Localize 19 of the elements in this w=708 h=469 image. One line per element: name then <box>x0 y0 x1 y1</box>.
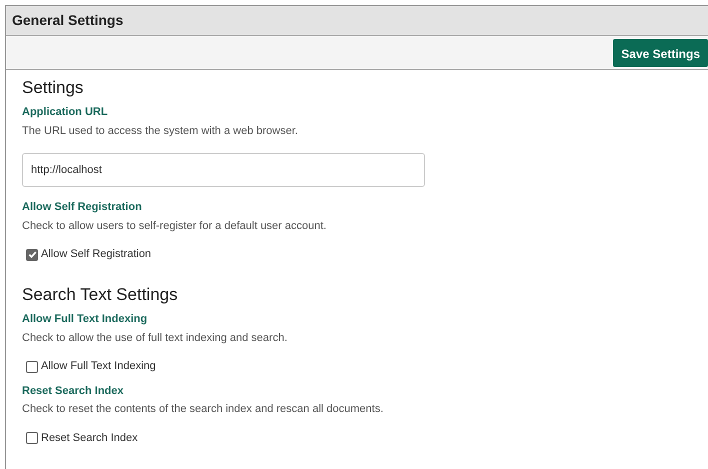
field-description: Check to allow users to self-register for a default user account. <box>22 218 328 234</box>
field-label: Application URL <box>22 105 109 120</box>
section-heading: Search Text Settings <box>22 284 179 306</box>
checkbox[interactable] <box>26 248 38 261</box>
field-description: Check to allow the use of full text indexing and search. <box>22 330 288 346</box>
field-description: The URL used to access the system with a web browser. <box>22 124 299 139</box>
url-input[interactable]: http://localhost <box>22 153 425 188</box>
checkbox-label[interactable]: Allow Self Registration <box>41 246 152 263</box>
panel-title: General Settings <box>12 11 124 30</box>
field-description: Check to reset the contents of the search index and rescan all documents. <box>22 402 384 418</box>
checkbox[interactable] <box>26 432 38 444</box>
field-label: Reset Search Index <box>22 384 124 399</box>
checkbox[interactable] <box>26 360 38 373</box>
section-heading: Settings <box>22 78 84 98</box>
save-button[interactable]: Save Settings <box>613 38 708 66</box>
checkbox-label[interactable]: Reset Search Index <box>41 430 138 446</box>
field-label: Allow Full Text Indexing <box>22 312 148 328</box>
field-label: Allow Self Registration <box>22 200 143 216</box>
checkbox-label[interactable]: Allow Full Text Indexing <box>41 358 156 375</box>
